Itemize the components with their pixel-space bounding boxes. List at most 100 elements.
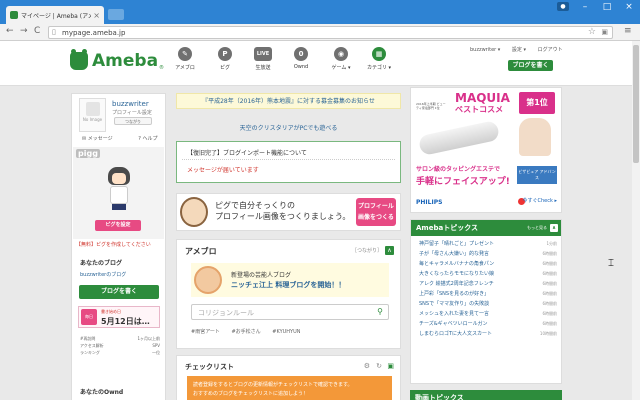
philips-logo: PHILIPS bbox=[416, 199, 443, 206]
create-profile-image-button[interactable]: プロフィール 画像をつくる bbox=[356, 198, 396, 226]
avatar[interactable]: No Image bbox=[79, 98, 106, 132]
hashtag-link[interactable]: #KYUHYUN bbox=[272, 329, 300, 335]
url-text[interactable]: mypage.ameba.jp bbox=[62, 29, 125, 37]
message-notice-link[interactable]: メッセージが届いています bbox=[187, 165, 259, 174]
logout-link[interactable]: ログアウト bbox=[538, 47, 563, 53]
stat-row[interactable]: ランキング 一位 bbox=[80, 350, 160, 357]
days-widget[interactable]: 毎日 書き始め日 5月12日は… bbox=[78, 306, 160, 328]
refresh-icon[interactable]: ↻ bbox=[376, 362, 382, 370]
write-blog-side-button[interactable]: ブログを書く bbox=[79, 285, 159, 299]
game-notice-link[interactable]: 天空のクリスタリアがPCでも遊べる bbox=[176, 123, 401, 132]
hashtag-link[interactable]: #お手松さん bbox=[231, 329, 260, 335]
scrollbar-thumb[interactable] bbox=[633, 45, 639, 163]
back-icon[interactable]: ← bbox=[6, 26, 14, 36]
profile-icon[interactable]: ● bbox=[557, 2, 569, 11]
forward-icon[interactable]: → bbox=[20, 26, 28, 36]
new-tab-button[interactable] bbox=[108, 9, 124, 20]
topic-item[interactable]: しまむらロゴTに大人文スカート 10時間前 bbox=[411, 329, 561, 339]
pigg-icon: P bbox=[218, 47, 232, 61]
user-menu-link[interactable]: buzzwriter ▾ bbox=[470, 47, 500, 53]
reload-icon[interactable]: C bbox=[34, 26, 40, 36]
pigg-create-link[interactable]: 【無料】ピグを作成してください bbox=[76, 241, 151, 248]
page-scrollbar[interactable] bbox=[632, 41, 640, 400]
topic-item[interactable]: アレク 絵描式2周年記念フレンチ 6時間前 bbox=[411, 279, 561, 289]
profile-image-promo[interactable]: ピグで自分そっくりの プロフィール画像をつくりましょう。 プロフィール 画像をつ… bbox=[176, 193, 401, 231]
pigg-logo: pigg bbox=[76, 149, 100, 158]
nav-ownd[interactable]: 0 Ownd bbox=[286, 47, 316, 70]
collapse-icon[interactable]: ∧ bbox=[550, 224, 558, 232]
checklist-banner[interactable]: 読者登録をするとブログの更新情報がチェックリストで確認できます。 おすすめのブロ… bbox=[187, 376, 392, 400]
connections-link[interactable]: ［つながり］ bbox=[352, 247, 382, 254]
nav-pigg[interactable]: P ピグ bbox=[210, 47, 240, 71]
topic-item[interactable]: SNSで「ママ友作り」の失敗談 6時間前 bbox=[411, 299, 561, 309]
topic-item[interactable]: メッシュを入れた妻を見て一言 6時間前 bbox=[411, 309, 561, 319]
settings-gear-icon[interactable]: ⚙ bbox=[364, 362, 370, 370]
ameba-logo[interactable]: Ameba ® bbox=[70, 49, 164, 71]
nav-game[interactable]: ◉ ゲーム ▾ bbox=[326, 47, 356, 71]
nav-ameblo[interactable]: ✎ アメブロ bbox=[170, 47, 200, 71]
blog-stats: #再訪問 1ヶ月以上前 アクセス解析 SPV ランキング 一位 bbox=[80, 336, 160, 357]
site-header: Ameba ® ✎ アメブロ P ピグ LIVE 生放送 0 Ownd ◉ ゲー… bbox=[0, 41, 632, 86]
profile-actions: ✉ メッセージ ? ヘルプ bbox=[82, 135, 182, 142]
topic-item[interactable]: 神戸留子「晴れごと」プレゼント 1分前 bbox=[411, 239, 561, 249]
advertisement-banner[interactable]: MAQUIA ベストコスメ 第1位 2016年上半期 ビューティ家電部門 1位 … bbox=[410, 87, 562, 213]
stat-row[interactable]: アクセス解析 SPV bbox=[80, 343, 160, 350]
follow-button[interactable]: つながり bbox=[114, 117, 152, 125]
gamepad-icon: ◉ bbox=[334, 47, 348, 61]
avatar-placeholder-icon bbox=[85, 102, 100, 116]
page-viewport: Ameba ® ✎ アメブロ P ピグ LIVE 生放送 0 Ownd ◉ ゲー… bbox=[0, 41, 640, 400]
pigg-area: pigg ピグを設定 bbox=[73, 147, 164, 239]
browser-menu-icon[interactable]: ≡ bbox=[624, 26, 632, 36]
ad-award: 2016年上半期 ビューティ家電部門 1位 bbox=[416, 102, 446, 110]
ad-rank-badge: 第1位 bbox=[519, 92, 555, 114]
topic-time: 10時間前 bbox=[539, 331, 557, 336]
donation-notice[interactable]: 『平成28年（2016年）熊本地震』に対する募金募集のお知らせ bbox=[176, 93, 401, 109]
pen-icon: ✎ bbox=[178, 47, 192, 61]
search-icon[interactable]: ⚲ bbox=[377, 307, 383, 316]
ameba-favicon-icon bbox=[10, 11, 18, 19]
minimize-button[interactable]: – bbox=[574, 0, 596, 14]
help-link[interactable]: ? ヘルプ bbox=[138, 136, 169, 142]
pigg-settings-button[interactable]: ピグを設定 bbox=[95, 220, 141, 231]
write-blog-button[interactable]: ブログを書く bbox=[508, 60, 553, 71]
topic-item[interactable]: 大きくなったらモモになりたい娘 6時間前 bbox=[411, 269, 561, 279]
address-bar[interactable]: ▯ mypage.ameba.jp ☆ ▣ bbox=[48, 26, 613, 39]
calendar-badge: 毎日 bbox=[81, 309, 97, 325]
your-blog-link[interactable]: buzzwriterのブログ bbox=[80, 271, 126, 278]
topic-time: 6時間前 bbox=[542, 321, 557, 326]
hashtag-link[interactable]: #雨宮アート bbox=[191, 329, 220, 335]
blog-search-input[interactable]: コリジョンルール ⚲ bbox=[191, 304, 389, 320]
topics-more-link[interactable]: もっと見る bbox=[527, 220, 547, 236]
topic-time: 6時間前 bbox=[542, 271, 557, 276]
topics-header: Amebaトピックス もっと見る ∧ bbox=[411, 220, 561, 236]
topic-time: 6時間前 bbox=[542, 301, 557, 306]
profile-settings-link[interactable]: プロフィール設定 bbox=[112, 109, 152, 116]
stat-row[interactable]: #再訪問 1ヶ月以上前 bbox=[80, 336, 160, 343]
bookmark-star-icon[interactable]: ☆ bbox=[588, 27, 596, 37]
settings-link[interactable]: 設定 ▾ bbox=[512, 47, 526, 53]
nav-live[interactable]: LIVE 生放送 bbox=[248, 47, 278, 71]
collapse-icon[interactable]: ∧ bbox=[385, 246, 394, 255]
username-link[interactable]: buzzwriter bbox=[112, 100, 149, 108]
nav-category[interactable]: ▦ カテゴリ ▾ bbox=[364, 47, 394, 71]
message-link[interactable]: ✉ メッセージ bbox=[82, 136, 125, 142]
news-title-link[interactable]: 【復旧完了】ブログインポート機能について bbox=[187, 148, 307, 157]
ad-cta-link[interactable]: 今すぐCheck ▸ bbox=[523, 197, 557, 204]
topic-item[interactable]: チーズ&ギャベツいロールガン 6時間前 bbox=[411, 319, 561, 329]
your-blog-title: あなたのブログ bbox=[80, 260, 123, 267]
topic-item[interactable]: 子が「母さん大嫌い」的な発言 6時間前 bbox=[411, 249, 561, 259]
ameblo-card: アメブロ ［つながり］ ∧ 新登場の芸能人ブログ ニッチェ江上 料理ブログを開始… bbox=[176, 239, 401, 349]
tab-close-icon[interactable]: × bbox=[93, 11, 100, 20]
topic-item[interactable]: 上戸彩「SNSを見るのが好き」 6時間前 bbox=[411, 289, 561, 299]
video-topics-header: 動画トピックス bbox=[410, 390, 562, 400]
close-window-button[interactable]: × bbox=[618, 0, 640, 14]
camera-icon[interactable]: ▣ bbox=[601, 28, 608, 36]
ameblo-title: アメブロ bbox=[185, 247, 217, 256]
ownd-icon: 0 bbox=[294, 47, 308, 61]
maximize-button[interactable]: □ bbox=[596, 0, 618, 14]
collapse-icon[interactable]: ▣ bbox=[387, 362, 394, 370]
browser-titlebar: マイページ | Ameba (アメーバ) × ● – □ × bbox=[0, 0, 640, 24]
topic-item[interactable]: 毎とキャラメルバナナの角食パン 6時間前 bbox=[411, 259, 561, 269]
browser-tab[interactable]: マイページ | Ameba (アメーバ) × bbox=[6, 6, 104, 24]
featured-blog-banner[interactable]: 新登場の芸能人ブログ ニッチェ江上 料理ブログを開始！！ bbox=[191, 263, 389, 297]
